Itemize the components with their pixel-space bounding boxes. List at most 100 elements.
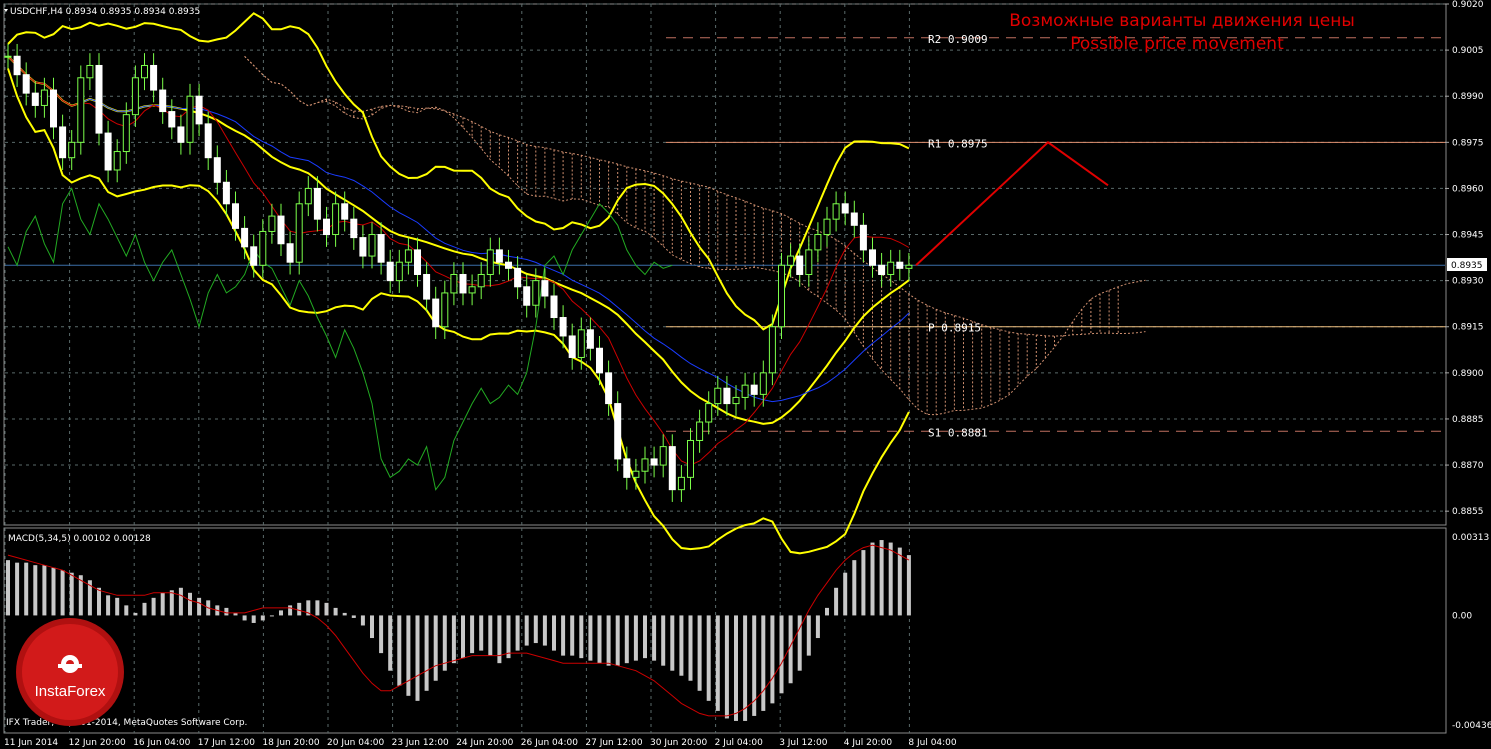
candle-body [586,329,594,349]
y-tick-label: 0.8975 [1452,138,1484,148]
macd-bar [370,615,374,639]
y-tick-label: 0.9020 [1452,0,1484,10]
candle-body [650,458,658,466]
candle-body [332,203,340,236]
candle-body [86,64,94,79]
current-price-label: 0.8935 [1451,261,1483,271]
macd-bar [169,590,174,616]
macd-bar [561,615,566,656]
macd-bar [879,540,884,616]
candle-body [859,224,867,251]
candle-body [377,234,385,263]
y-tick-label: 0.8900 [1452,369,1484,379]
chart-canvas[interactable]: R2 0.9009 R1 0.8975 P 0.8915 S1 0.8881 0.90… [0,0,1491,749]
candle-body [668,446,676,491]
macd-tick-label: -0.00436 [1452,721,1491,731]
candle-body [68,141,76,159]
macd-bar [834,587,839,616]
macd-bar [324,602,329,616]
macd-bar [342,612,347,616]
candle-body [850,212,858,226]
candle-body [659,446,667,466]
candle-body [359,237,367,257]
macd-bar [897,547,902,616]
candle-body [468,286,476,294]
candle-body [687,439,694,478]
candle-body [195,95,203,125]
candle-body [59,126,67,159]
candle-body [568,335,576,358]
macd-bar [42,565,47,616]
current-price-marker: 0.8935 [1447,258,1487,271]
candle-body [832,203,840,220]
candle-body [550,295,558,319]
y-tick-label: 0.8945 [1452,231,1484,241]
macd-bar [870,542,875,616]
macd-bar [570,615,575,656]
candle-body [104,132,112,171]
macd-bar [60,570,65,616]
macd-bar [351,615,356,618]
candle-body [523,286,531,306]
macd-bar [360,615,365,626]
y-tick-label: 0.8870 [1452,461,1484,471]
macd-bar [688,615,693,681]
macd-bar [333,607,338,616]
candle-body [778,264,785,328]
macd-bar [670,615,675,671]
tenkan-line [7,55,910,466]
candle-body [286,243,294,263]
x-tick-label: 16 Jun 04:00 [133,738,190,748]
macd-bar [597,615,602,664]
candle-body [768,326,776,374]
candle-body [577,329,585,358]
macd-bar [133,612,138,616]
candle-body [723,387,731,405]
instaforex-logo: InstaForex [16,618,124,726]
candle-body [150,64,158,91]
candle-body [113,151,121,171]
macd-bar [269,615,274,617]
macd-histogram [6,540,911,721]
macd-bar [643,615,647,659]
level-label: R1 0.8975 [928,137,988,150]
x-tick-label: 8 Jul 04:00 [908,738,957,748]
macd-bar [706,615,711,701]
projection-line [915,141,1109,267]
macd-bar [506,615,511,659]
macd-bar [533,615,538,644]
macd-bar [852,560,857,616]
candle-body [40,89,48,106]
macd-bar [288,605,293,616]
macd-bar [315,600,320,616]
macd-bar [260,615,265,621]
candle-body [313,187,321,220]
macd-bar [406,615,411,696]
macd-bar [51,567,56,616]
x-tick-label: 18 Jun 20:00 [262,738,319,748]
candle-body [386,261,394,282]
macd-bar [606,615,611,666]
candle-body [896,261,904,269]
candle-body [159,89,167,113]
macd-bar [151,597,156,616]
candle-body [186,95,194,143]
candle-body [441,292,449,328]
macd-bar [242,615,247,621]
candle-body [50,89,57,128]
candle-body [614,403,622,460]
level-label: S1 0.8881 [928,426,988,439]
candle-body [95,64,103,134]
macd-bar [160,592,165,616]
macd-bar [224,607,229,616]
macd-bar [197,597,202,616]
x-tick-label: 11 Jun 2014 [4,738,58,748]
candle-body [495,249,503,263]
macd-bar [825,607,829,616]
candle-body [623,458,631,478]
macd-bar [479,615,484,651]
candle-body [4,55,12,58]
macd-bar [461,615,465,659]
candle-body [750,384,758,395]
candle-body [131,77,139,116]
